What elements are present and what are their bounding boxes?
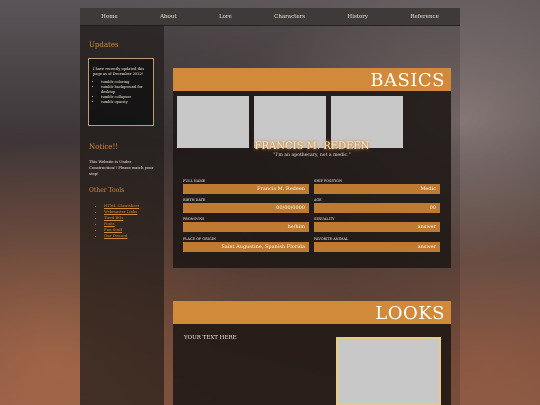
field-label-place-of-origin: PLACE OF ORIGIN [183, 237, 217, 241]
field-label-ship-position: SHIP POSITION [314, 179, 343, 183]
field-value-birth-date: 00/00/0000 [183, 203, 309, 213]
field-label-favorite-animal: FAVORITE ANIMAL [314, 237, 349, 241]
nav-home-link[interactable]: Home [101, 14, 118, 20]
field-value-sexuality: answer [314, 222, 440, 232]
character-quote: "I'm an apothecary, not a medic." [273, 153, 351, 158]
field-value-place-of-origin: Saint Augustine, Spanish Florida [183, 242, 309, 252]
looks-panel: LOOKS YOUR TEXT HERE [173, 301, 451, 405]
tools-heading: Other Tools [89, 187, 125, 194]
character-name: FRANCIS M. REDEEN [254, 141, 370, 152]
basics-panel: BASICS FRANCIS M. REDEEN "I'm an apothec… [173, 68, 451, 268]
looks-text: YOUR TEXT HERE [184, 335, 237, 341]
tool-link-html-cheatsheet[interactable]: HTML Cheatsheet [104, 203, 139, 208]
field-value-pronouns: he/him [183, 222, 309, 232]
top-nav: Home About Lore Characters History Refer… [80, 8, 460, 26]
updates-box: I have recently updated this page as of … [88, 58, 154, 126]
field-label-birth-date: BIRTH DATE [183, 198, 206, 202]
notice-text: This Website is Under Construction!! Ple… [89, 159, 154, 176]
tool-link-tired-bgs[interactable]: Tired BGs [104, 215, 123, 220]
nav-reference-link[interactable]: Reference [410, 14, 438, 20]
field-label-age: AGE [314, 198, 322, 202]
basics-title: BASICS [370, 70, 445, 91]
looks-banner: LOOKS [173, 301, 451, 324]
update-item: tumblr opacity [101, 100, 149, 105]
field-label-pronouns: PRONOUNS [183, 217, 205, 221]
update-item: tumblr background for desktop [101, 85, 149, 95]
field-value-ship-position: Medic [314, 184, 440, 194]
looks-title: LOOKS [375, 303, 445, 324]
tools-item: Our Discord [104, 233, 139, 239]
nav-characters-link[interactable]: Characters [274, 14, 305, 20]
tool-link-webmaster-links[interactable]: Webmaster Links [104, 209, 137, 214]
tool-link-fonts[interactable]: Fonts [104, 221, 115, 226]
field-label-full-name: FULL NAME [183, 179, 206, 183]
nav-history-link[interactable]: History [347, 14, 368, 20]
tools-list: HTML Cheatsheet Webmaster Links Tired BG… [90, 203, 139, 239]
sidebar: Updates I have recently updated this pag… [80, 25, 164, 405]
basics-banner: BASICS [173, 68, 451, 91]
tool-link-our-discord[interactable]: Our Discord [104, 233, 127, 238]
looks-photo [336, 337, 441, 405]
update-list: tumblr coloring tumblr background for de… [93, 80, 149, 105]
nav-about-link[interactable]: About [160, 14, 177, 20]
notice-heading: Notice!! [89, 143, 119, 151]
updates-heading: Updates [89, 41, 119, 49]
field-label-sexuality: SEXUALITY [314, 217, 335, 221]
field-value-age: 00 [314, 203, 440, 213]
nav-lore-link[interactable]: Lore [219, 14, 232, 20]
update-note: I have recently updated this page as of … [93, 67, 145, 76]
tool-link-fun-stuff[interactable]: Fun Stuff [104, 227, 122, 232]
field-value-favorite-animal: answer [314, 242, 440, 252]
field-value-full-name: Francis M. Redeen [183, 184, 309, 194]
